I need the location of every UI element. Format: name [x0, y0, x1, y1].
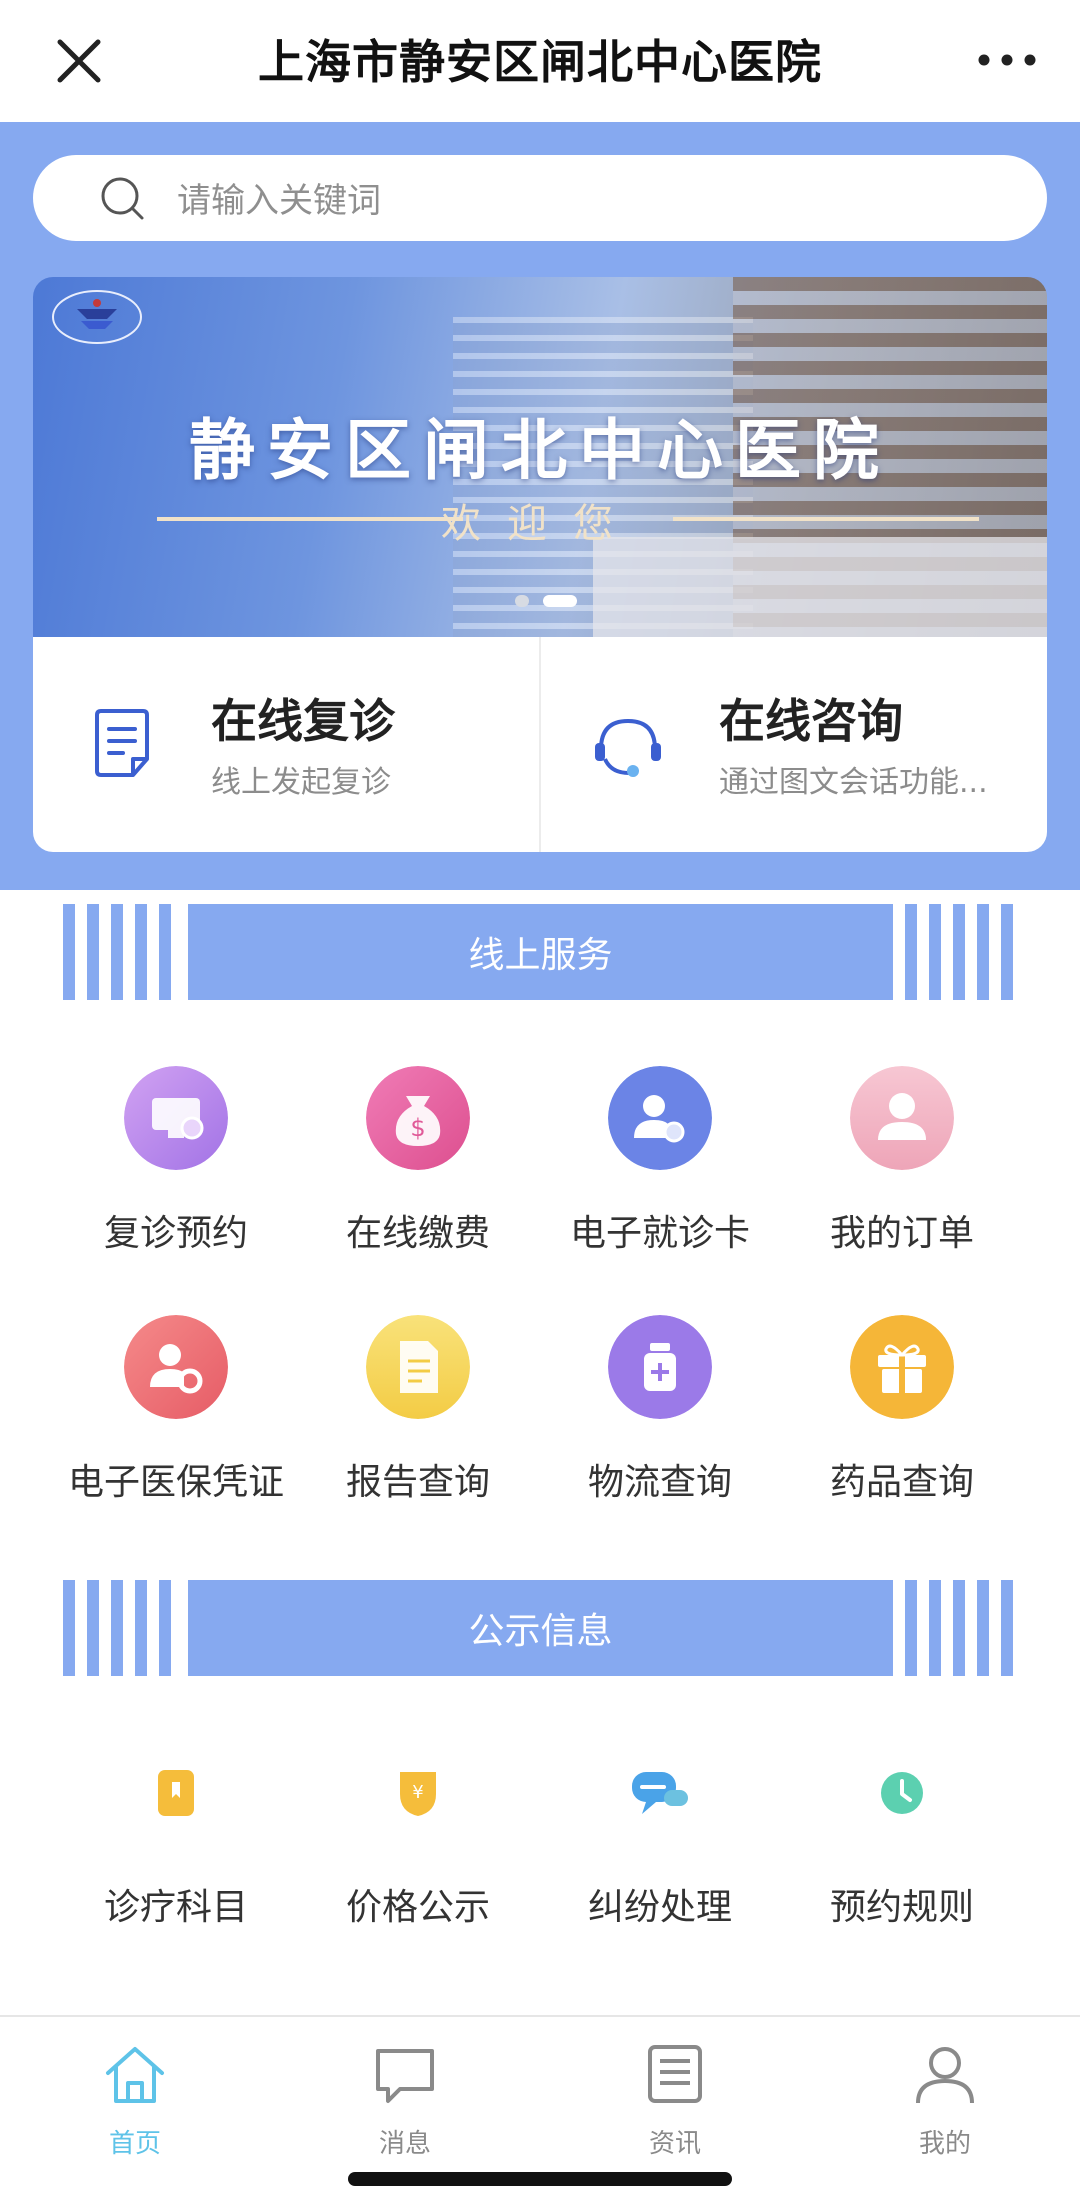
- service-report-query[interactable]: 报告查询: [298, 1315, 538, 1515]
- service-label: 电子就诊卡: [569, 1213, 750, 1254]
- home-icon: [106, 2047, 164, 2103]
- online-consult-card[interactable]: 在线咨询 通过图文会话功能...: [541, 637, 1047, 852]
- bookmark-icon: [158, 1770, 194, 1816]
- money-bag-icon: $: [366, 1066, 470, 1170]
- chat-bubble-icon: [632, 1772, 688, 1814]
- profile-icon: [916, 2047, 974, 2104]
- tab-label: 首页: [108, 2129, 161, 2159]
- home-indicator: [348, 2172, 732, 2186]
- section-title: 公示信息: [468, 1611, 613, 1652]
- tab-home[interactable]: 首页: [0, 2041, 270, 2161]
- document-icon: [95, 709, 149, 777]
- service-label: 报告查询: [345, 1462, 490, 1503]
- tab-profile[interactable]: 我的: [810, 2041, 1080, 2161]
- user-settings-icon: [608, 1066, 712, 1170]
- carousel-dot[interactable]: [515, 595, 529, 607]
- user-icon: [850, 1066, 954, 1170]
- section-header-public-info: 公示信息: [63, 1580, 1017, 1676]
- service-online-payment[interactable]: $ 在线缴费: [298, 1066, 538, 1266]
- service-label: 物流查询: [587, 1462, 732, 1503]
- card-subtitle: 通过图文会话功能...: [719, 765, 988, 800]
- info-departments[interactable]: 诊疗科目: [56, 1768, 296, 1948]
- tab-messages[interactable]: 消息: [270, 2041, 540, 2161]
- info-label: 预约规则: [829, 1887, 974, 1928]
- hero-banner[interactable]: 静安区闸北中心医院 欢迎您: [33, 277, 1047, 637]
- nav-header: 上海市静安区闸北中心医院: [0, 0, 1080, 122]
- info-label: 价格公示: [345, 1887, 490, 1928]
- service-logistics-query[interactable]: 物流查询: [540, 1315, 780, 1515]
- message-icon: [376, 2049, 434, 2103]
- card-title: 在线咨询: [719, 694, 903, 748]
- price-tag-icon: ¥: [400, 1772, 436, 1816]
- banner-subtitle: 欢迎您: [441, 501, 639, 547]
- more-icon[interactable]: [972, 38, 1042, 82]
- info-label: 诊疗科目: [103, 1887, 248, 1928]
- section-header-online-services: 线上服务: [63, 904, 1017, 1000]
- service-label: 我的订单: [829, 1213, 974, 1254]
- service-electronic-card[interactable]: 电子就诊卡: [540, 1066, 780, 1266]
- search-icon: [101, 177, 144, 220]
- search-input[interactable]: 请输入关键词: [177, 173, 381, 222]
- service-label: 电子医保凭证: [67, 1462, 284, 1503]
- tab-label: 消息: [378, 2129, 431, 2159]
- info-appointment-rules[interactable]: 预约规则: [782, 1768, 1022, 1948]
- banner-building: [593, 537, 1047, 637]
- service-label: 药品查询: [829, 1462, 974, 1503]
- svg-text:$: $: [410, 1114, 425, 1142]
- service-label: 复诊预约: [103, 1213, 248, 1254]
- service-revisit-appointment[interactable]: 复诊预约: [56, 1066, 296, 1266]
- medicine-bottle-icon: [608, 1315, 712, 1419]
- report-icon: [366, 1315, 470, 1419]
- carousel-dot-active[interactable]: [543, 595, 577, 607]
- quick-cards: 在线复诊 线上发起复诊 在线咨询 通过图文会话功能...: [33, 637, 1047, 852]
- svg-text:¥: ¥: [412, 1782, 423, 1803]
- service-drug-query[interactable]: 药品查询: [782, 1315, 1022, 1515]
- service-medical-insurance[interactable]: 电子医保凭证: [56, 1315, 296, 1515]
- page-title: 上海市静安区闸北中心医院: [258, 35, 822, 89]
- clock-icon: [881, 1772, 923, 1814]
- tab-label: 我的: [918, 2129, 971, 2159]
- info-price-disclosure[interactable]: ¥ 价格公示: [298, 1768, 538, 1948]
- info-label: 纠纷处理: [587, 1887, 732, 1928]
- banner-title: 静安区闸北中心医院: [189, 412, 891, 489]
- service-label: 在线缴费: [345, 1213, 490, 1254]
- headset-icon: [595, 718, 661, 777]
- service-my-orders[interactable]: 我的订单: [782, 1066, 1022, 1266]
- card-subtitle: 线上发起复诊: [211, 765, 391, 800]
- monitor-icon: [124, 1066, 228, 1170]
- tab-label: 资讯: [648, 2129, 701, 2159]
- gift-box-icon: [850, 1315, 954, 1419]
- section-title: 线上服务: [468, 935, 613, 976]
- card-title: 在线复诊: [211, 694, 395, 748]
- user-gear-icon: [124, 1315, 228, 1419]
- online-revisit-card[interactable]: 在线复诊 线上发起复诊: [33, 637, 539, 852]
- search-bar[interactable]: 请输入关键词: [33, 155, 1047, 241]
- tab-news[interactable]: 资讯: [540, 2041, 810, 2161]
- hospital-logo-icon: [52, 290, 142, 344]
- news-icon: [648, 2045, 702, 2103]
- info-dispute-handling[interactable]: 纠纷处理: [540, 1768, 780, 1948]
